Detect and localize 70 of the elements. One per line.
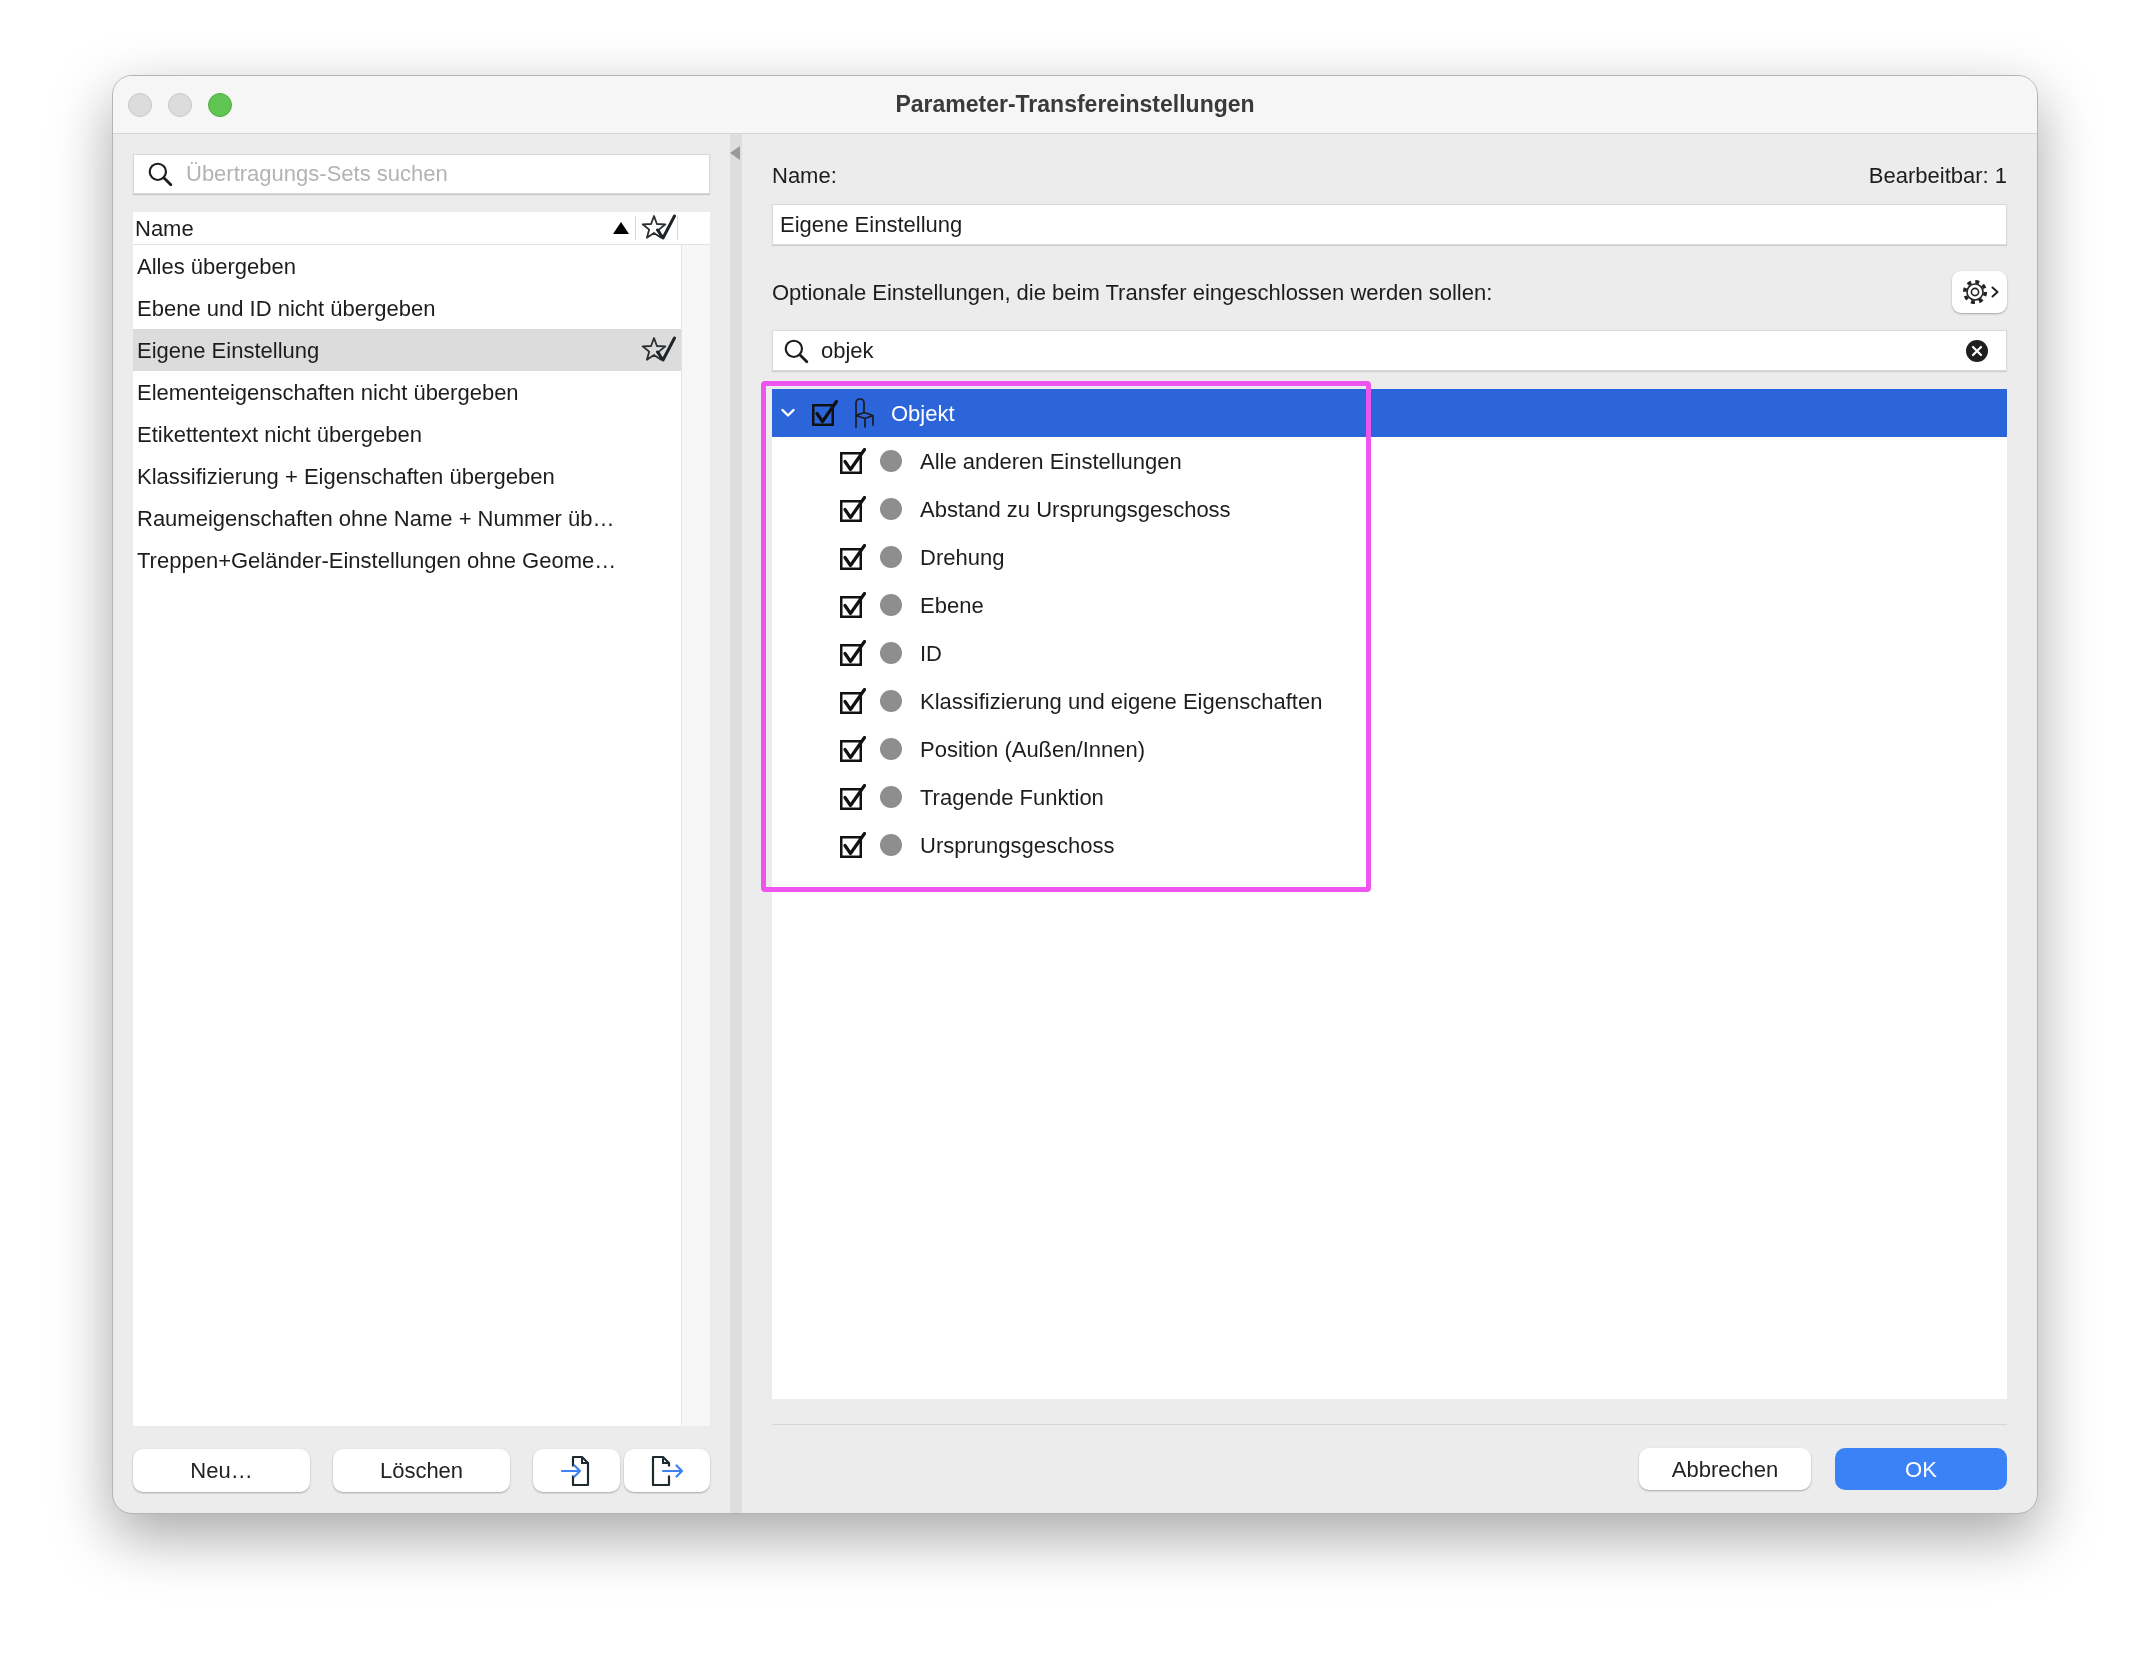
name-label: Name: [772,161,837,190]
list-action-button[interactable]: Neu… [133,1449,310,1492]
tree-row-label: Objekt [891,399,955,428]
chair-icon [852,397,876,429]
settings-icon [1960,278,1989,306]
list-item[interactable]: Treppen+Geländer-Einstellungen ohne Geome… [133,539,681,581]
tree-row[interactable]: Objekt [772,389,2007,437]
dialog-button[interactable]: Abbrechen [1639,1448,1811,1490]
list-item-label: Alles übergeben [137,252,297,281]
checkbox[interactable] [840,832,866,858]
checkbox[interactable] [840,640,866,666]
checkbox[interactable] [812,400,838,426]
checkbox[interactable] [840,592,866,618]
list-item[interactable]: Etikettentext nicht übergeben [133,413,681,455]
editable-count: Bearbeitbar: 1 [1868,161,2007,190]
chevron-down-icon[interactable] [781,408,795,418]
checkbox[interactable] [840,544,866,570]
tree-row[interactable]: Ursprungsgeschoss [772,821,2007,869]
tree-row-label: Ebene [920,591,984,620]
tree-row[interactable]: Alle anderen Einstellungen [772,437,2007,485]
tree-row[interactable]: Position (Außen/Innen) [772,725,2007,773]
list-item-label: Etikettentext nicht übergeben [137,420,423,449]
settings-menu-button[interactable] [1952,271,2007,313]
list-item-label: Klassifizierung + Eigenschaften übergeben [137,462,556,491]
list-item-label: Elementeigenschaften nicht übergeben [137,378,520,407]
list-item[interactable]: Ebene und ID nicht übergeben [133,287,681,329]
tree-row[interactable]: Ebene [772,581,2007,629]
window-title: Parameter-Transfereinstellungen [894,90,1256,120]
list-item[interactable]: Elementeigenschaften nicht übergeben [133,371,681,413]
tree-row-label: ID [920,639,942,668]
tree-row-label: Klassifizierung und eigene Eigenschaften [920,687,1323,716]
tree-row-label: Abstand zu Ursprungsgeschoss [920,495,1231,524]
tree-row-label: Tragende Funktion [920,783,1104,812]
checkbox[interactable] [840,496,866,522]
triangle-icon [730,146,740,160]
list-item-label: Ebene und ID nicht übergeben [137,294,437,323]
list-item-label: Treppen+Geländer-Einstellungen ohne Geome… [137,546,618,575]
dialog-button[interactable]: OK [1835,1448,2007,1490]
name-field[interactable]: Eigene Einstellung [772,204,2007,245]
tree-row[interactable]: Abstand zu Ursprungsgeschoss [772,485,2007,533]
clear-search-icon[interactable] [1966,340,1988,362]
list-item-label: Eigene Einstellung [137,336,321,365]
tree-row[interactable]: Klassifizierung und eigene Eigenschaften [772,677,2007,725]
tree-row[interactable]: Tragende Funktion [772,773,2007,821]
search-icon [147,161,173,187]
list-item[interactable]: Eigene Einstellung [133,329,681,371]
tree-row-label: Alle anderen Einstellungen [920,447,1182,476]
list-item[interactable]: Klassifizierung + Eigenschaften übergeben [133,455,681,497]
tree-row-label: Drehung [920,543,1005,572]
tree-row-label: Position (Außen/Innen) [920,735,1146,764]
import-button[interactable] [533,1449,620,1492]
options-label: Optionale Einstellungen, die beim Transfer eingeschlossen werden sollen: [772,278,1493,307]
list-item-label: Raumeigenschaften ohne Name + Nummer üb… [137,504,616,533]
checkbox[interactable] [840,448,866,474]
list-item[interactable]: Raumeigenschaften ohne Name + Nummer üb… [133,497,681,539]
checkbox[interactable] [840,784,866,810]
search-icon [783,338,809,364]
tree-row[interactable]: Drehung [772,533,2007,581]
name-column-header[interactable]: Name [133,211,612,245]
document-arrow-out-icon [650,1453,684,1488]
search-field[interactable]: Übertragungs-Sets suchen [133,154,710,194]
list-item[interactable]: Alles übergeben [133,245,681,287]
checkbox[interactable] [840,688,866,714]
tree-row[interactable]: ID [772,629,2007,677]
tree-row-label: Ursprungsgeschoss [920,831,1115,860]
chevron-right-icon [1990,286,1999,298]
list-action-button[interactable]: Löschen [333,1449,510,1492]
export-button[interactable] [624,1449,710,1492]
filter-search-field[interactable]: objek [772,330,2007,371]
checkbox[interactable] [840,736,866,762]
